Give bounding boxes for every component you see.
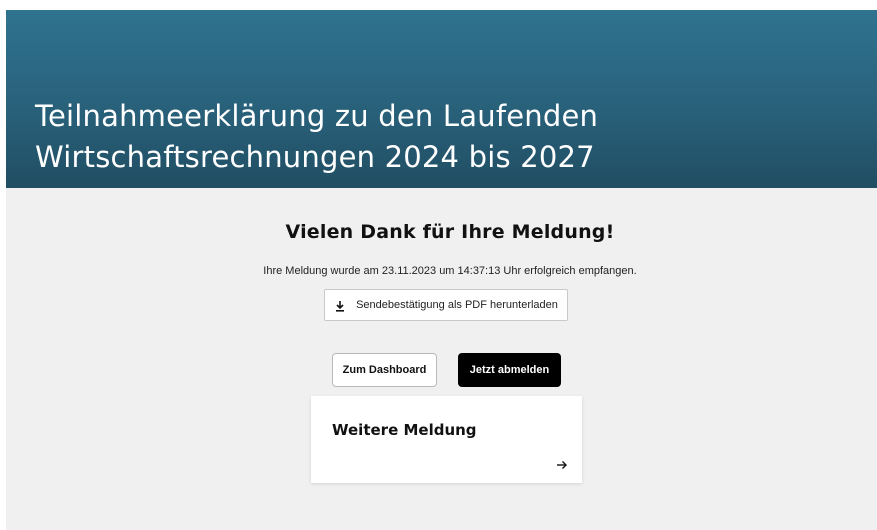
receipt-message: Ihre Meldung wurde am 23.11.2023 um 14:3… [263,265,637,277]
logout-button[interactable]: Jetzt abmelden [458,353,561,387]
header-banner: Teilnahmeerklärung zu den Laufenden Wirt… [6,10,877,188]
further-report-card[interactable]: Weitere Meldung [311,396,582,483]
page-title-line-1: Teilnahmeerklärung zu den Laufenden [35,99,599,133]
page-title: Teilnahmeerklärung zu den Laufenden Wirt… [35,96,735,178]
page-title-line-2: Wirtschaftsrechnungen 2024 bis 2027 [35,140,595,174]
confirmation-heading: Vielen Dank für Ihre Meldung! [285,221,615,243]
download-pdf-label: Sendebestätigung als PDF herunterladen [356,299,558,311]
download-icon [334,299,346,312]
download-pdf-button[interactable]: Sendebestätigung als PDF herunterladen [324,289,568,321]
dashboard-button[interactable]: Zum Dashboard [332,353,437,387]
card-title: Weitere Meldung [332,421,477,439]
arrow-right-icon [556,458,568,470]
